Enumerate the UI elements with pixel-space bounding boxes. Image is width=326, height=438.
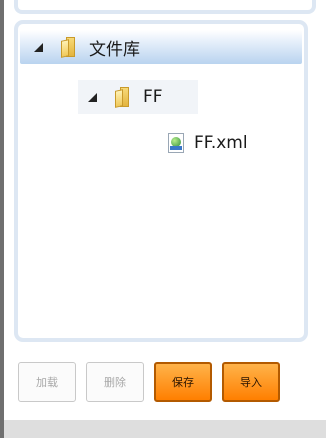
action-bar: 加载 删除 保存 导入 (18, 362, 280, 402)
tree-node-label: FF (143, 87, 163, 107)
folder-icon (115, 87, 129, 108)
tree-node-ff[interactable]: FF (78, 80, 198, 114)
save-button[interactable]: 保存 (154, 362, 212, 402)
file-tree-panel: 文件库 FF FF.xml (14, 20, 308, 342)
load-button[interactable]: 加载 (18, 362, 76, 402)
tree-node-root[interactable]: 文件库 (20, 30, 302, 64)
xml-file-icon (168, 133, 184, 153)
folder-icon (61, 37, 75, 58)
import-button[interactable]: 导入 (222, 362, 280, 402)
tree-node-label: FF.xml (194, 133, 248, 153)
tree-node-label: 文件库 (89, 39, 140, 60)
expand-arrow-icon[interactable] (88, 92, 97, 102)
delete-button[interactable]: 删除 (86, 362, 144, 402)
tree-node-ff-xml[interactable]: FF.xml (146, 126, 286, 160)
upper-panel-edge (14, 0, 316, 14)
left-border (0, 0, 4, 438)
status-strip (4, 420, 326, 438)
expand-arrow-icon[interactable] (34, 42, 43, 52)
